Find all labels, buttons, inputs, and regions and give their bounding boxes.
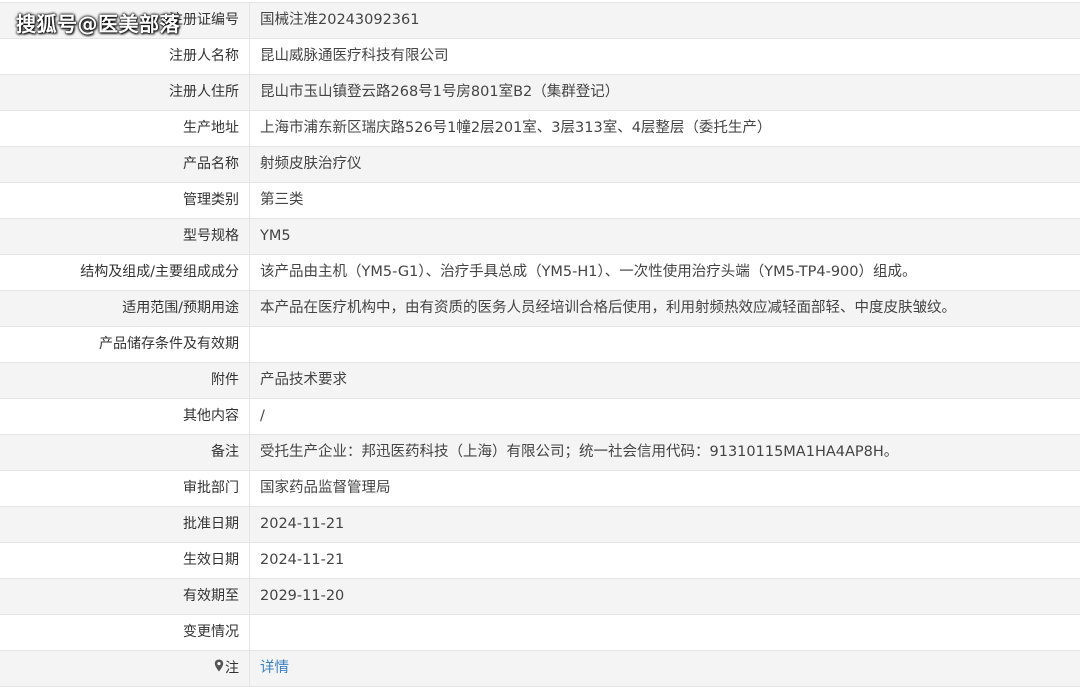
- label-structure-composition: 结构及组成/主要组成成分: [0, 255, 250, 290]
- row-approval-date: 批准日期 2024-11-21: [0, 507, 1080, 543]
- row-change-status: 变更情况: [0, 615, 1080, 651]
- value-valid-until: 2029-11-20: [260, 588, 345, 604]
- label-change-status: 变更情况: [0, 615, 250, 650]
- row-approval-department: 审批部门 国家药品监督管理局: [0, 471, 1080, 507]
- row-management-category: 管理类别 第三类: [0, 183, 1080, 219]
- row-attachment: 附件 产品技术要求: [0, 363, 1080, 399]
- row-product-name: 产品名称 射频皮肤治疗仪: [0, 147, 1080, 183]
- watermark: 搜狐号@医美部落: [16, 12, 180, 36]
- value-note: 详情: [250, 651, 1080, 686]
- value-remarks: 受托生产企业：邦迅医药科技（上海）有限公司；统一社会信用代码：91310115M…: [260, 444, 899, 460]
- label-intended-use: 适用范围/预期用途: [0, 291, 250, 326]
- value-other-content: /: [260, 408, 265, 424]
- label-registrant-name: 注册人名称: [0, 39, 250, 74]
- row-registrant-name: 注册人名称 昆山威脉通医疗科技有限公司: [0, 39, 1080, 75]
- value-registrant-name: 昆山威脉通医疗科技有限公司: [260, 48, 449, 64]
- label-approval-department: 审批部门: [0, 471, 250, 506]
- row-effective-date: 生效日期 2024-11-21: [0, 543, 1080, 579]
- row-structure-composition: 结构及组成/主要组成成分 该产品由主机（YM5-G1）、治疗手具总成（YM5-H…: [0, 255, 1080, 291]
- value-change-status: [250, 615, 1080, 650]
- details-link[interactable]: 详情: [260, 660, 289, 676]
- row-model-spec: 型号规格 YM5: [0, 219, 1080, 255]
- value-approval-date: 2024-11-21: [260, 516, 345, 532]
- label-storage-validity: 产品储存条件及有效期: [0, 327, 250, 362]
- label-note: 注: [0, 651, 250, 686]
- value-approval-department: 国家药品监督管理局: [260, 480, 391, 496]
- row-intended-use: 适用范围/预期用途 本产品在医疗机构中，由有资质的医务人员经培训合格后使用，利用…: [0, 291, 1080, 327]
- row-valid-until: 有效期至 2029-11-20: [0, 579, 1080, 615]
- value-management-category: 第三类: [260, 192, 304, 208]
- label-model-spec: 型号规格: [0, 219, 250, 254]
- label-management-category: 管理类别: [0, 183, 250, 218]
- row-note: 注 详情: [0, 651, 1080, 687]
- row-other-content: 其他内容 /: [0, 399, 1080, 435]
- label-effective-date: 生效日期: [0, 543, 250, 578]
- value-registration-number: 国械注准20243092361: [260, 12, 420, 28]
- label-note-text: 注: [225, 660, 239, 677]
- row-storage-validity: 产品储存条件及有效期: [0, 327, 1080, 363]
- value-product-name: 射频皮肤治疗仪: [260, 156, 362, 172]
- label-approval-date: 批准日期: [0, 507, 250, 542]
- value-intended-use: 本产品在医疗机构中，由有资质的医务人员经培训合格后使用，利用射频热效应减轻面部轻…: [260, 300, 956, 316]
- label-valid-until: 有效期至: [0, 579, 250, 614]
- label-attachment: 附件: [0, 363, 250, 398]
- value-registrant-address: 昆山市玉山镇登云路268号1号房801室B2（集群登记）: [260, 84, 620, 100]
- label-remarks: 备注: [0, 435, 250, 470]
- label-product-name: 产品名称: [0, 147, 250, 182]
- value-model-spec: YM5: [260, 228, 291, 244]
- row-production-address: 生产地址 上海市浦东新区瑞庆路526号1幢2层201室、3层313室、4层整层（…: [0, 111, 1080, 147]
- label-other-content: 其他内容: [0, 399, 250, 434]
- value-structure-composition: 该产品由主机（YM5-G1）、治疗手具总成（YM5-H1）、一次性使用治疗头端（…: [260, 264, 917, 280]
- row-registrant-address: 注册人住所 昆山市玉山镇登云路268号1号房801室B2（集群登记）: [0, 75, 1080, 111]
- detail-table: 注册证编号 国械注准20243092361 注册人名称 昆山威脉通医疗科技有限公…: [0, 2, 1080, 687]
- value-effective-date: 2024-11-21: [260, 552, 345, 568]
- label-registrant-address: 注册人住所: [0, 75, 250, 110]
- pin-icon: [214, 651, 224, 686]
- row-remarks: 备注 受托生产企业：邦迅医药科技（上海）有限公司；统一社会信用代码：913101…: [0, 435, 1080, 471]
- label-production-address: 生产地址: [0, 111, 250, 146]
- value-storage-validity: [250, 327, 1080, 362]
- value-production-address: 上海市浦东新区瑞庆路526号1幢2层201室、3层313室、4层整层（委托生产）: [260, 120, 772, 136]
- value-attachment: 产品技术要求: [260, 372, 347, 388]
